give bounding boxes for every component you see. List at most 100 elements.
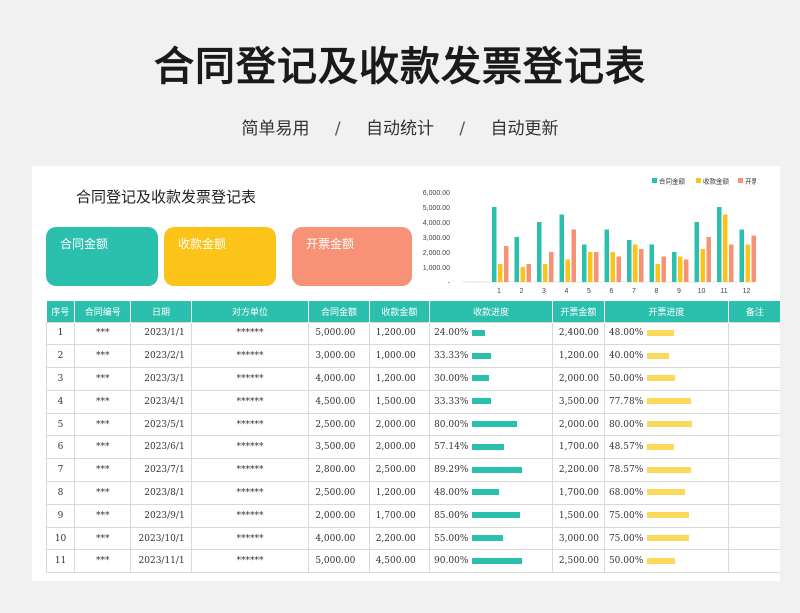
cell-received-amount[interactable]: 4,500.00 bbox=[368, 549, 431, 574]
cell-invoice-amount[interactable]: 2,400.00 bbox=[551, 321, 605, 346]
cell-received-progress[interactable]: 24.00% bbox=[429, 321, 553, 346]
cell-index[interactable]: 4 bbox=[45, 389, 76, 414]
cell-invoice-amount[interactable]: 1,200.00 bbox=[551, 344, 605, 369]
cell-contract-code[interactable]: *** bbox=[74, 389, 132, 414]
table-row[interactable]: 10 *** 2023/10/1 ****** 4,000.00 2,200.00 55.0… bbox=[45, 526, 780, 551]
cell-party[interactable]: ****** bbox=[190, 503, 310, 528]
cell-invoice-progress[interactable]: 75.00% bbox=[603, 526, 729, 551]
cell-invoice-progress[interactable]: 80.00% bbox=[603, 412, 729, 437]
cell-received-progress[interactable]: 30.00% bbox=[429, 367, 553, 391]
cell-note[interactable] bbox=[727, 549, 780, 574]
cell-party[interactable]: ****** bbox=[190, 344, 310, 369]
cell-date[interactable]: 2023/7/1 bbox=[130, 458, 192, 483]
table-row[interactable]: 4 *** 2023/4/1 ****** 4,500.00 1,500.00 33.33%… bbox=[45, 389, 780, 414]
cell-invoice-amount[interactable]: 1,700.00 bbox=[551, 435, 605, 460]
cell-invoice-amount[interactable]: 1,500.00 bbox=[551, 503, 605, 528]
cell-date[interactable]: 2023/3/1 bbox=[130, 367, 192, 391]
cell-received-progress[interactable]: 57.14% bbox=[429, 435, 553, 460]
cell-received-progress[interactable]: 89.29% bbox=[429, 458, 553, 483]
cell-contract-amount[interactable]: 4,000.00 bbox=[308, 526, 370, 551]
cell-received-progress[interactable]: 33.33% bbox=[429, 389, 553, 414]
cell-index[interactable]: 1 bbox=[45, 321, 76, 346]
cell-date[interactable]: 2023/1/1 bbox=[130, 321, 192, 346]
cell-received-amount[interactable]: 2,500.00 bbox=[368, 458, 431, 483]
cell-received-amount[interactable]: 1,500.00 bbox=[368, 389, 431, 414]
cell-contract-amount[interactable]: 2,000.00 bbox=[308, 503, 370, 528]
column-header[interactable]: 收款进度 bbox=[429, 301, 553, 322]
cell-contract-code[interactable]: *** bbox=[74, 549, 132, 574]
table-row[interactable]: 3 *** 2023/3/1 ****** 4,000.00 1,200.00 30.00%… bbox=[45, 367, 780, 391]
cell-index[interactable]: 2 bbox=[45, 344, 76, 369]
cell-received-amount[interactable]: 1,700.00 bbox=[368, 503, 431, 528]
cell-party[interactable]: ****** bbox=[190, 435, 310, 460]
cell-note[interactable] bbox=[727, 458, 780, 483]
cell-note[interactable] bbox=[727, 481, 780, 505]
cell-date[interactable]: 2023/4/1 bbox=[130, 389, 192, 414]
column-header[interactable]: 日期 bbox=[130, 301, 192, 322]
table-row[interactable]: 2 *** 2023/2/1 ****** 3,000.00 1,000.00 33.33%… bbox=[45, 344, 780, 369]
cell-index[interactable]: 7 bbox=[45, 458, 76, 483]
cell-invoice-amount[interactable]: 1,700.00 bbox=[551, 481, 605, 505]
table-row[interactable]: 11 *** 2023/11/1 ****** 5,000.00 4,500.00 90.0… bbox=[45, 549, 780, 574]
cell-invoice-progress[interactable]: 48.00% bbox=[603, 321, 729, 346]
cell-index[interactable]: 9 bbox=[45, 503, 76, 528]
cell-contract-code[interactable]: *** bbox=[74, 367, 132, 391]
cell-contract-code[interactable]: *** bbox=[74, 412, 132, 437]
cell-received-progress[interactable]: 55.00% bbox=[429, 526, 553, 551]
cell-note[interactable] bbox=[727, 412, 780, 437]
cell-received-progress[interactable]: 90.00% bbox=[429, 549, 553, 574]
cell-received-amount[interactable]: 1,200.00 bbox=[368, 321, 431, 346]
cell-invoice-amount[interactable]: 2,000.00 bbox=[551, 412, 605, 437]
cell-date[interactable]: 2023/11/1 bbox=[130, 549, 192, 574]
cell-invoice-progress[interactable]: 50.00% bbox=[603, 549, 729, 574]
table-row[interactable]: 9 *** 2023/9/1 ****** 2,000.00 1,700.00 85.00%… bbox=[45, 503, 780, 528]
cell-received-progress[interactable]: 48.00% bbox=[429, 481, 553, 505]
cell-invoice-progress[interactable]: 75.00% bbox=[603, 503, 729, 528]
cell-date[interactable]: 2023/10/1 bbox=[130, 526, 192, 551]
cell-index[interactable]: 6 bbox=[45, 435, 76, 460]
cell-date[interactable]: 2023/6/1 bbox=[130, 435, 192, 460]
column-header[interactable]: 对方单位 bbox=[191, 301, 310, 322]
cell-note[interactable] bbox=[727, 526, 780, 551]
cell-received-amount[interactable]: 2,000.00 bbox=[368, 412, 431, 437]
cell-invoice-progress[interactable]: 78.57% bbox=[603, 458, 729, 483]
cell-note[interactable] bbox=[727, 367, 780, 391]
column-header[interactable]: 开票进度 bbox=[604, 301, 729, 322]
cell-note[interactable] bbox=[727, 344, 780, 369]
cell-received-amount[interactable]: 2,200.00 bbox=[368, 526, 431, 551]
cell-party[interactable]: ****** bbox=[190, 321, 310, 346]
column-header[interactable]: 合同金额 bbox=[308, 301, 370, 322]
cell-contract-amount[interactable]: 2,800.00 bbox=[308, 458, 370, 483]
cell-invoice-amount[interactable]: 3,000.00 bbox=[551, 526, 605, 551]
cell-contract-code[interactable]: *** bbox=[74, 435, 132, 460]
cell-note[interactable] bbox=[727, 389, 780, 414]
cell-index[interactable]: 11 bbox=[45, 549, 76, 574]
card-contract-amount[interactable]: 合同金额 bbox=[46, 227, 158, 286]
cell-received-progress[interactable]: 33.33% bbox=[429, 344, 553, 369]
cell-date[interactable]: 2023/5/1 bbox=[130, 412, 192, 437]
cell-contract-amount[interactable]: 4,000.00 bbox=[308, 367, 370, 391]
cell-received-amount[interactable]: 1,200.00 bbox=[368, 367, 431, 391]
table-row[interactable]: 6 *** 2023/6/1 ****** 3,500.00 2,000.00 57.14%… bbox=[45, 435, 780, 460]
cell-invoice-progress[interactable]: 77.78% bbox=[603, 389, 729, 414]
column-header[interactable]: 合同编号 bbox=[74, 301, 132, 322]
cell-party[interactable]: ****** bbox=[190, 549, 310, 574]
cell-note[interactable] bbox=[727, 435, 780, 460]
cell-invoice-progress[interactable]: 68.00% bbox=[603, 481, 729, 505]
cell-note[interactable] bbox=[727, 503, 780, 528]
cell-invoice-progress[interactable]: 50.00% bbox=[603, 367, 729, 391]
cell-invoice-amount[interactable]: 2,500.00 bbox=[551, 549, 605, 574]
cell-party[interactable]: ****** bbox=[190, 389, 310, 414]
cell-date[interactable]: 2023/2/1 bbox=[130, 344, 192, 369]
card-invoice-amount[interactable]: 开票金额 bbox=[292, 227, 412, 286]
cell-party[interactable]: ****** bbox=[190, 458, 310, 483]
cell-contract-code[interactable]: *** bbox=[74, 321, 132, 346]
cell-contract-amount[interactable]: 3,500.00 bbox=[308, 435, 370, 460]
cell-note[interactable] bbox=[727, 321, 780, 346]
table-row[interactable]: 7 *** 2023/7/1 ****** 2,800.00 2,500.00 89.29%… bbox=[45, 458, 780, 483]
cell-contract-amount[interactable]: 5,000.00 bbox=[308, 321, 370, 346]
cell-index[interactable]: 8 bbox=[45, 481, 76, 505]
column-header[interactable]: 开票金额 bbox=[552, 301, 605, 322]
cell-invoice-progress[interactable]: 40.00% bbox=[603, 344, 729, 369]
cell-index[interactable]: 10 bbox=[45, 526, 76, 551]
